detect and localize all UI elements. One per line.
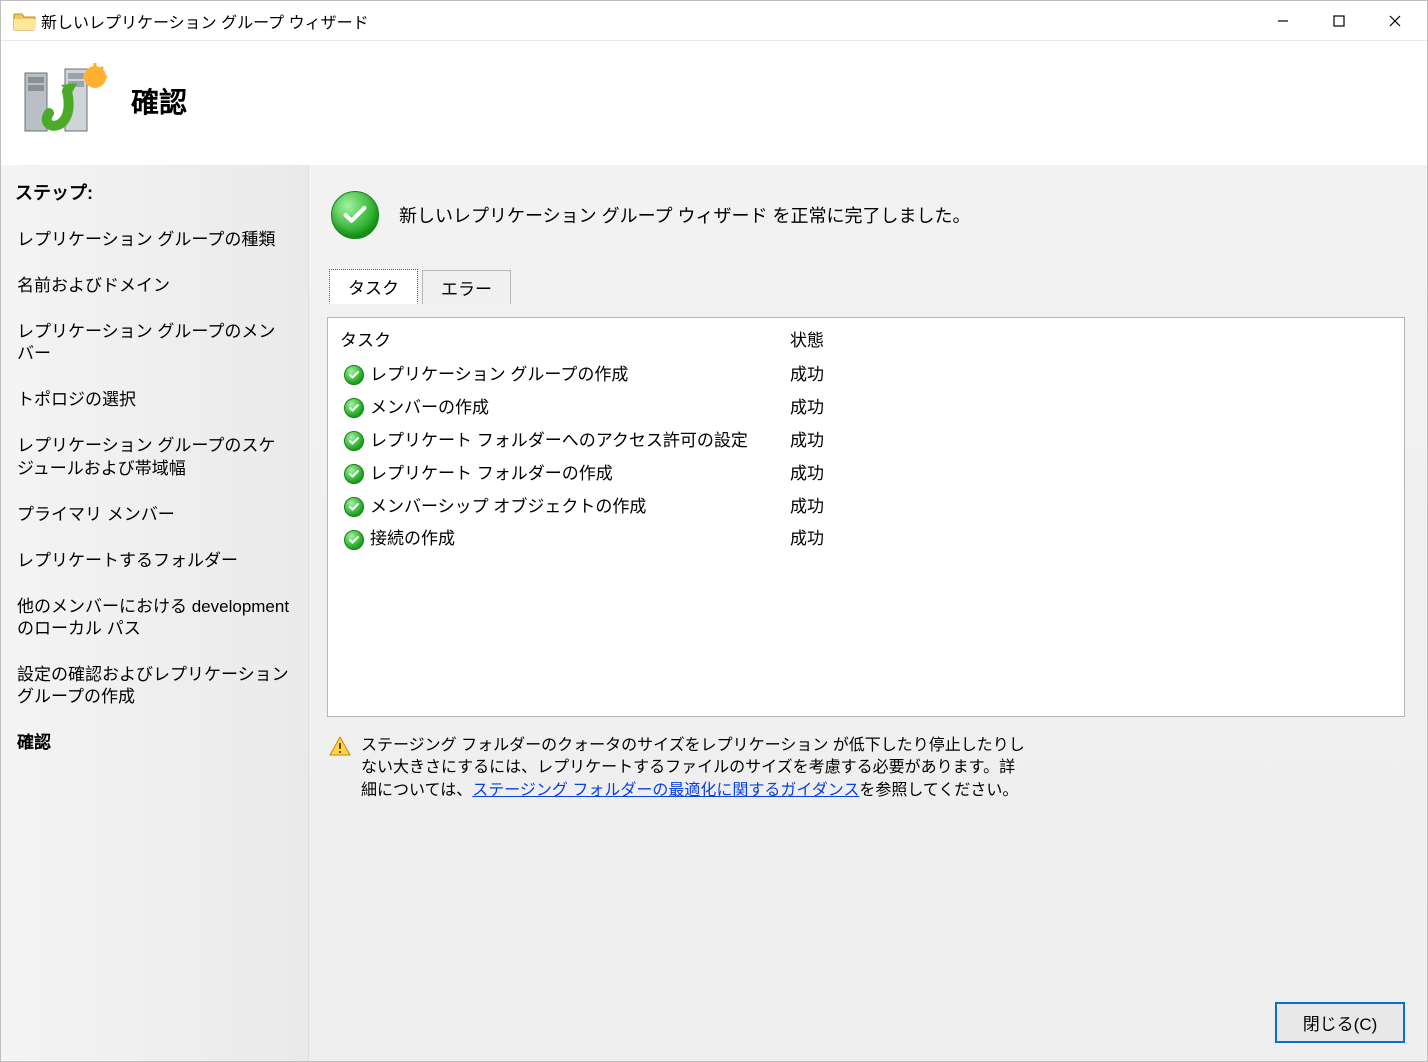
results-table: タスク 状態 レプリケーション グループの作成 成功 メンバーの作成 成功 (327, 317, 1405, 717)
task-rows: レプリケーション グループの作成 成功 メンバーの作成 成功 レプリケート フォ… (328, 359, 1404, 564)
success-check-icon (331, 191, 379, 239)
close-window-button[interactable] (1367, 2, 1423, 40)
status-cell: 成功 (790, 525, 1392, 554)
check-icon (344, 365, 364, 385)
header-area: 確認 (1, 41, 1427, 165)
footer: 閉じる(C) (327, 992, 1405, 1043)
table-row[interactable]: レプリケート フォルダーへのアクセス許可の設定 成功 (340, 427, 1392, 456)
tab-errors[interactable]: エラー (422, 270, 511, 304)
step-item[interactable]: レプリケートするフォルダー (11, 544, 298, 578)
step-item[interactable]: レプリケーション グループのスケジュールおよび帯域幅 (11, 429, 298, 485)
window-title: 新しいレプリケーション グループ ウィザード (37, 9, 1255, 33)
wizard-window: 新しいレプリケーション グループ ウィザード (0, 0, 1428, 1062)
table-row[interactable]: メンバーシップ オブジェクトの作成 成功 (340, 493, 1392, 522)
table-row[interactable]: メンバーの作成 成功 (340, 394, 1392, 423)
page-title: 確認 (131, 81, 187, 121)
table-row[interactable]: レプリケーション グループの作成 成功 (340, 361, 1392, 390)
app-icon (13, 11, 37, 31)
warning-text: ステージング フォルダーのクォータのサイズをレプリケーション が低下したり停止し… (361, 735, 1025, 802)
column-task[interactable]: タスク (340, 326, 790, 351)
status-cell: 成功 (790, 460, 1392, 489)
success-message: 新しいレプリケーション グループ ウィザード を正常に完了しました。 (399, 202, 971, 228)
content-area: ステップ: レプリケーション グループの種類 名前およびドメイン レプリケーショ… (1, 165, 1427, 1061)
warning-box: ステージング フォルダーのクォータのサイズをレプリケーション が低下したり停止し… (327, 731, 1027, 806)
window-controls (1255, 2, 1423, 40)
status-cell: 成功 (790, 427, 1392, 456)
main-panel: 新しいレプリケーション グループ ウィザード を正常に完了しました。 タスク エ… (309, 165, 1427, 1061)
check-icon (344, 431, 364, 451)
task-cell: レプリケート フォルダーの作成 (368, 460, 790, 489)
maximize-button[interactable] (1311, 2, 1367, 40)
task-cell: レプリケーション グループの作成 (368, 361, 790, 390)
check-icon (344, 398, 364, 418)
step-item[interactable]: レプリケーション グループの種類 (11, 223, 298, 257)
step-item[interactable]: 他のメンバーにおける development のローカル パス (11, 590, 298, 646)
task-cell: メンバーシップ オブジェクトの作成 (368, 493, 790, 522)
tab-bar: タスク エラー (327, 269, 1405, 304)
status-cell: 成功 (790, 493, 1392, 522)
step-item[interactable]: 名前およびドメイン (11, 269, 298, 303)
minimize-button[interactable] (1255, 2, 1311, 40)
task-cell: レプリケート フォルダーへのアクセス許可の設定 (368, 427, 790, 456)
titlebar: 新しいレプリケーション グループ ウィザード (1, 1, 1427, 41)
success-row: 新しいレプリケーション グループ ウィザード を正常に完了しました。 (327, 185, 1405, 255)
check-icon (344, 464, 364, 484)
table-header: タスク 状態 (328, 318, 1404, 359)
step-item[interactable]: 設定の確認およびレプリケーション グループの作成 (11, 658, 298, 714)
status-cell: 成功 (790, 361, 1392, 390)
tab-tasks[interactable]: タスク (329, 269, 418, 304)
check-icon (344, 530, 364, 550)
step-item-active[interactable]: 確認 (11, 726, 298, 760)
close-button[interactable]: 閉じる(C) (1275, 1002, 1405, 1043)
warning-link[interactable]: ステージング フォルダーの最適化に関するガイダンス (472, 782, 859, 799)
step-item[interactable]: プライマリ メンバー (11, 498, 298, 532)
step-item[interactable]: トポロジの選択 (11, 383, 298, 417)
check-icon (344, 497, 364, 517)
table-row[interactable]: レプリケート フォルダーの作成 成功 (340, 460, 1392, 489)
steps-heading: ステップ: (11, 173, 298, 211)
task-cell: メンバーの作成 (368, 394, 790, 423)
warning-post: を参照してください。 (859, 782, 1018, 799)
table-row[interactable]: 接続の作成 成功 (340, 525, 1392, 554)
task-cell: 接続の作成 (368, 525, 790, 554)
column-status[interactable]: 状態 (790, 326, 1392, 351)
wizard-icon (17, 61, 107, 141)
step-item[interactable]: レプリケーション グループのメンバー (11, 315, 298, 371)
warning-icon (329, 735, 351, 757)
status-cell: 成功 (790, 394, 1392, 423)
steps-sidebar: ステップ: レプリケーション グループの種類 名前およびドメイン レプリケーショ… (1, 165, 309, 1061)
